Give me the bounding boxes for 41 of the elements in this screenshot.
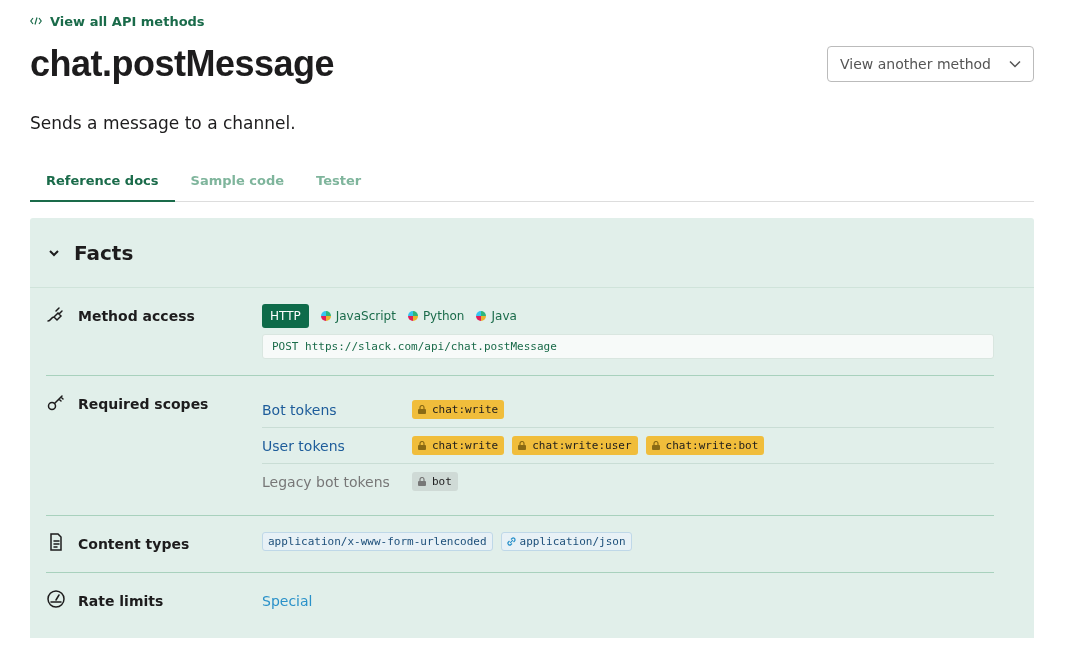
token-type-link[interactable]: Legacy bot tokens xyxy=(262,473,412,490)
plug-icon xyxy=(46,304,66,324)
language-tab[interactable]: JavaScript xyxy=(320,304,396,328)
token-type-link[interactable]: Bot tokens xyxy=(262,401,412,418)
language-tab[interactable]: HTTP xyxy=(262,304,309,328)
language-tab[interactable]: Python xyxy=(407,304,465,328)
scope-tag: chat:write xyxy=(412,400,505,419)
lock-icon xyxy=(651,441,660,450)
endpoint-url: POST https://slack.com/api/chat.postMessage xyxy=(262,334,994,359)
scope-tag: chat:write:user xyxy=(512,436,638,455)
chevron-icon xyxy=(48,248,60,257)
row-label: Rate limits xyxy=(78,592,164,611)
gauge-icon xyxy=(46,589,66,609)
scope-tag: chat:write xyxy=(412,436,505,455)
facts-toggle[interactable]: Facts xyxy=(30,218,1034,288)
row-label: Content types xyxy=(78,535,190,554)
token-type-link[interactable]: User tokens xyxy=(262,437,412,454)
row-label: Method access xyxy=(78,307,195,326)
language-logo-icon xyxy=(476,311,487,321)
lock-icon xyxy=(518,441,527,450)
lock-icon xyxy=(418,477,426,486)
chevron-down-icon xyxy=(1009,60,1021,68)
page-title: chat.postMessage xyxy=(30,43,335,85)
scope-tag: bot xyxy=(412,472,458,491)
code-icon xyxy=(30,17,42,25)
lock-icon xyxy=(418,441,426,450)
content-type-tag[interactable]: application/json xyxy=(500,532,632,551)
row-label: Required scopes xyxy=(78,395,209,414)
method-summary: Sends a message to a channel. xyxy=(30,113,297,133)
tab[interactable]: Reference docs xyxy=(30,163,175,202)
language-logo-icon xyxy=(407,311,418,321)
content-type-tag: application/x-www-form-urlencoded xyxy=(262,532,493,551)
view-all-link[interactable]: View all API methods xyxy=(30,13,205,29)
language-tab[interactable]: Java xyxy=(476,304,517,328)
method-dropdown[interactable]: View another method xyxy=(827,46,1034,82)
key-icon xyxy=(46,392,66,412)
link-icon xyxy=(506,537,516,546)
rate-limit-link[interactable]: Special xyxy=(262,593,313,609)
lock-icon xyxy=(418,405,426,414)
language-logo-icon xyxy=(320,311,331,321)
scope-tag: chat:write:bot xyxy=(645,436,765,455)
